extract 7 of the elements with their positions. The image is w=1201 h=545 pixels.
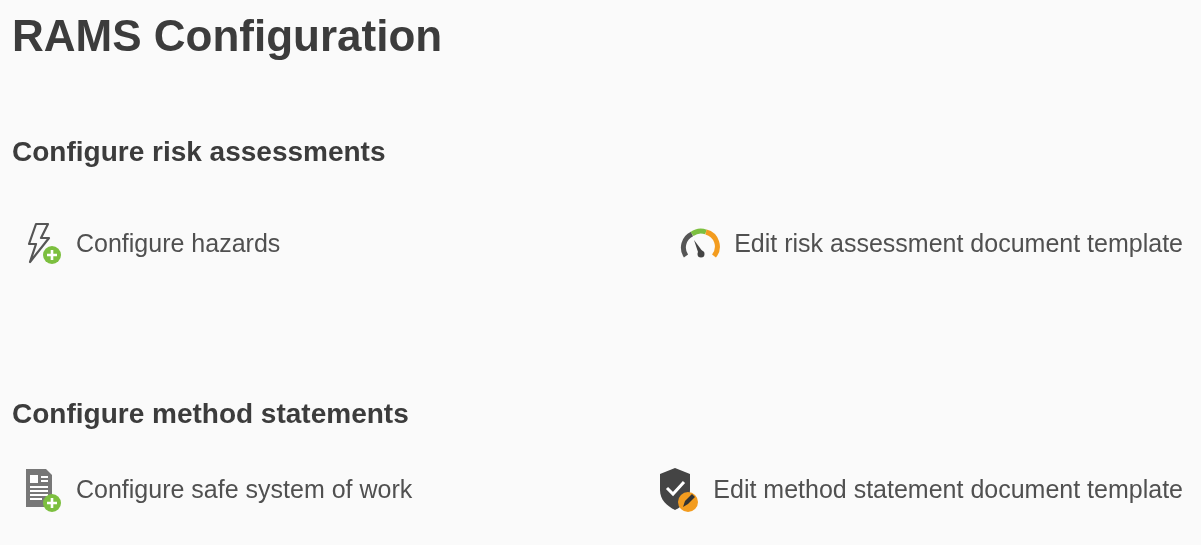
config-link[interactable]: Edit risk assessment document template [668, 225, 1183, 263]
page-title: RAMS Configuration [12, 10, 444, 62]
config-link[interactable]: Edit method statement document template [647, 466, 1183, 514]
config-link[interactable]: Configure safe system of work [12, 467, 413, 513]
section-heading: Configure method statements [12, 397, 410, 431]
section-heading: Configure risk assessments [12, 135, 387, 169]
config-link[interactable]: Configure hazards [12, 222, 281, 266]
